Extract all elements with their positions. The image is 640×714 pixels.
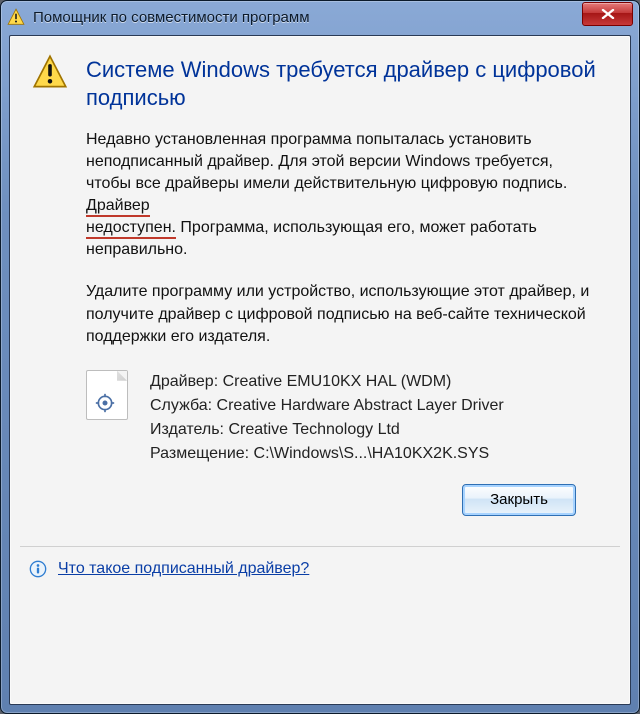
warning-icon bbox=[7, 8, 25, 26]
message-paragraph-1: Недавно установленная программа попытала… bbox=[86, 129, 602, 261]
dialog-client-area: Системе Windows требуется драйвер с цифр… bbox=[9, 35, 631, 705]
gear-icon bbox=[95, 393, 115, 413]
close-icon bbox=[601, 9, 615, 19]
file-icon bbox=[86, 370, 128, 420]
warning-icon bbox=[32, 54, 68, 90]
help-link[interactable]: Что такое подписанный драйвер? bbox=[58, 560, 309, 578]
highlighted-text: недоступен. bbox=[86, 219, 176, 239]
message-paragraph-2: Удалите программу или устройство, исполь… bbox=[86, 281, 602, 347]
window-title: Помощник по совместимости программ bbox=[33, 9, 582, 26]
close-button[interactable]: Закрыть bbox=[462, 484, 576, 516]
titlebar: Помощник по совместимости программ bbox=[1, 1, 639, 33]
driver-details: Драйвер: Creative EMU10KX HAL (WDM) Служ… bbox=[150, 370, 504, 466]
highlighted-text: Драйвер bbox=[86, 197, 150, 217]
dialog-heading: Системе Windows требуется драйвер с цифр… bbox=[86, 56, 602, 111]
info-icon bbox=[28, 559, 48, 579]
dialog-window: Помощник по совместимости программ Систе… bbox=[0, 0, 640, 714]
window-close-button[interactable] bbox=[582, 2, 633, 26]
